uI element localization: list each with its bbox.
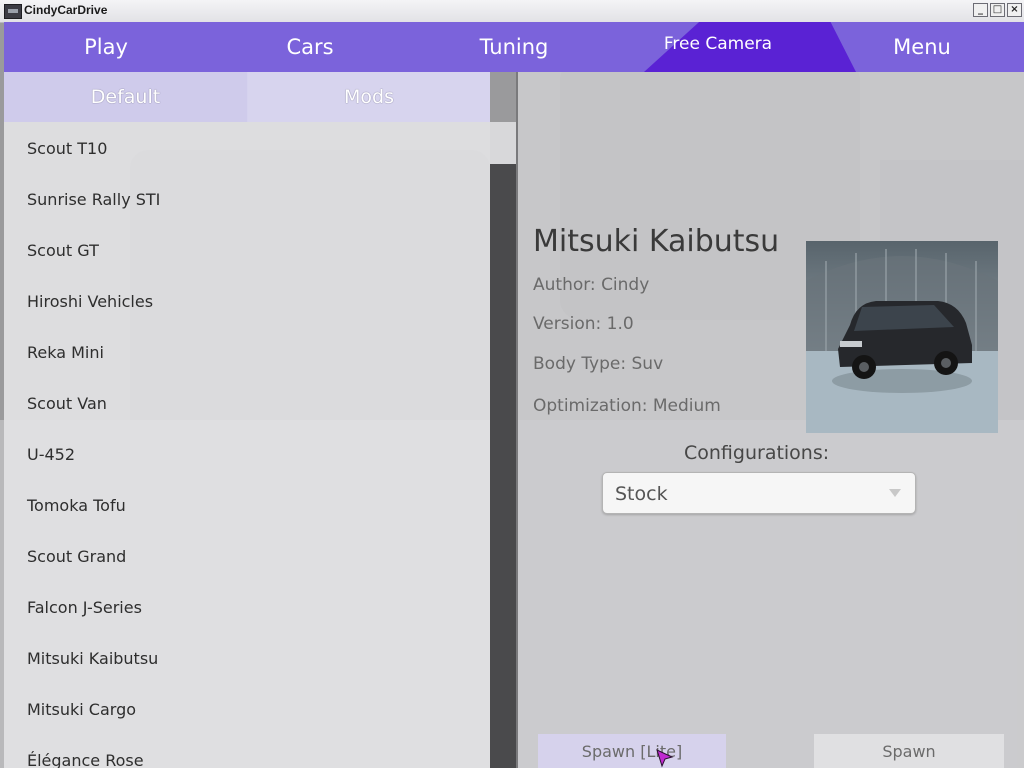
car-list-item[interactable]: Sunrise Rally STI — [27, 190, 160, 209]
car-list-item[interactable]: Falcon J-Series — [27, 598, 142, 617]
close-button[interactable]: × — [1007, 3, 1022, 17]
subtab-default[interactable]: Default — [4, 72, 247, 122]
window-controls: _ □ × — [973, 3, 1022, 17]
car-list-item[interactable]: Reka Mini — [27, 343, 104, 362]
car-details-panel: Mitsuki Kaibutsu Author: Cindy Version: … — [518, 72, 1024, 768]
car-body-type: Body Type: Suv — [533, 354, 664, 374]
chevron-down-icon — [889, 489, 901, 497]
car-list-item[interactable]: Scout Van — [27, 394, 107, 413]
spawn-button[interactable]: Spawn — [814, 734, 1004, 768]
car-name: Mitsuki Kaibutsu — [533, 224, 780, 259]
maximize-button[interactable]: □ — [990, 3, 1005, 17]
car-list-item-selected[interactable]: Mitsuki Kaibutsu — [27, 649, 158, 668]
top-nav: Play Cars Tuning Free Camera Menu — [4, 22, 1024, 72]
window-titlebar: CindyCarDrive _ □ × — [0, 0, 1024, 23]
list-scrollbar[interactable] — [490, 122, 516, 768]
tab-cars[interactable]: Cars — [208, 22, 412, 72]
configurations-label: Configurations: — [684, 442, 830, 464]
spawn-lite-button[interactable]: Spawn [Lite] — [538, 734, 726, 768]
minimize-button[interactable]: _ — [973, 3, 988, 17]
window-title: CindyCarDrive — [24, 3, 108, 17]
car-list-item[interactable]: U-452 — [27, 445, 75, 464]
tab-free-camera[interactable]: Free Camera — [616, 22, 820, 69]
car-author: Author: Cindy — [533, 275, 650, 295]
car-version: Version: 1.0 — [533, 314, 634, 334]
car-optimization: Optimization: Medium — [533, 396, 721, 416]
car-list-item[interactable]: Scout GT — [27, 241, 99, 260]
configuration-value: Stock — [615, 483, 668, 505]
car-list-item[interactable]: Hiroshi Vehicles — [27, 292, 153, 311]
tab-menu[interactable]: Menu — [820, 22, 1024, 72]
subtab-mods[interactable]: Mods — [248, 72, 490, 122]
list-subtabs: Default Mods — [4, 72, 490, 122]
app-icon — [4, 4, 22, 19]
car-list-item[interactable]: Élégance Rose — [27, 751, 144, 768]
configuration-dropdown[interactable]: Stock — [602, 472, 916, 514]
car-list-item[interactable]: Scout T10 — [27, 139, 107, 158]
car-preview-image — [806, 241, 998, 433]
list-scrollbar-thumb[interactable] — [490, 122, 516, 164]
tab-tuning[interactable]: Tuning — [412, 22, 616, 72]
car-list-panel: Default Mods Scout T10 Sunrise Rally STI… — [4, 72, 518, 768]
car-list-item[interactable]: Scout Grand — [27, 547, 126, 566]
car-list-item[interactable]: Mitsuki Cargo — [27, 700, 136, 719]
car-list: Scout T10 Sunrise Rally STI Scout GT Hir… — [4, 122, 490, 768]
car-list-item[interactable]: Tomoka Tofu — [27, 496, 126, 515]
mouse-cursor-icon — [656, 749, 674, 768]
tab-play[interactable]: Play — [4, 22, 208, 72]
